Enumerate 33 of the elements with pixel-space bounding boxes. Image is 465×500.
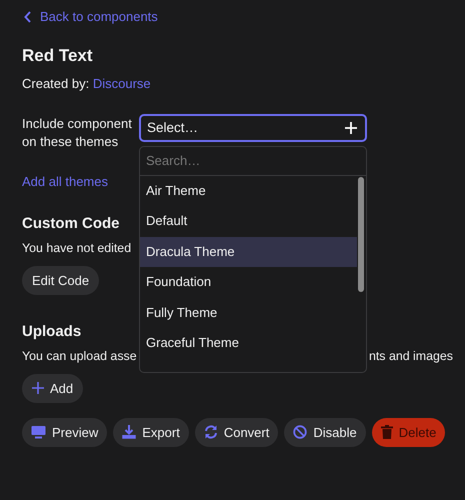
theme-option[interactable]: Foundation: [140, 267, 357, 298]
ban-icon: [293, 425, 308, 439]
monitor-icon: [31, 425, 46, 439]
convert-button[interactable]: Convert: [194, 418, 278, 446]
created-by-label: Created by:: [22, 76, 90, 90]
description-text: nts and images: [368, 348, 453, 362]
theme-option[interactable]: Graceful Theme: [140, 328, 357, 358]
plus-icon: [345, 122, 357, 134]
field-label: Include component on these themes: [22, 114, 133, 150]
section-heading: Custom Code: [22, 214, 120, 232]
theme-option[interactable]: Default: [140, 206, 357, 236]
chevron-left-icon: [24, 10, 32, 22]
download-icon: [122, 425, 136, 439]
author-link[interactable]: Discourse: [92, 76, 151, 90]
plus-icon: [32, 382, 44, 394]
refresh-icon: [204, 425, 218, 439]
theme-select[interactable]: Select…: [139, 114, 367, 142]
scrollbar[interactable]: [358, 176, 364, 292]
preview-button[interactable]: Preview: [22, 418, 108, 446]
theme-option[interactable]: Air Theme: [140, 176, 357, 206]
theme-option[interactable]: Fully Theme: [140, 298, 357, 328]
theme-option[interactable]: Dracula Theme: [140, 236, 357, 267]
disable-button[interactable]: Disable: [284, 418, 366, 446]
trash-icon: [380, 425, 393, 439]
description-text: You can upload asse: [22, 348, 137, 362]
export-button[interactable]: Export: [113, 418, 189, 446]
search-field[interactable]: Search…: [140, 146, 366, 176]
description-text: You have not edited: [22, 240, 132, 254]
section-heading: Uploads: [22, 322, 82, 340]
page-title: Red Text: [22, 46, 94, 66]
add-button[interactable]: Add: [22, 374, 84, 402]
back-link[interactable]: Back to components: [22, 9, 158, 24]
edit-code-button[interactable]: Edit Code: [22, 266, 100, 294]
